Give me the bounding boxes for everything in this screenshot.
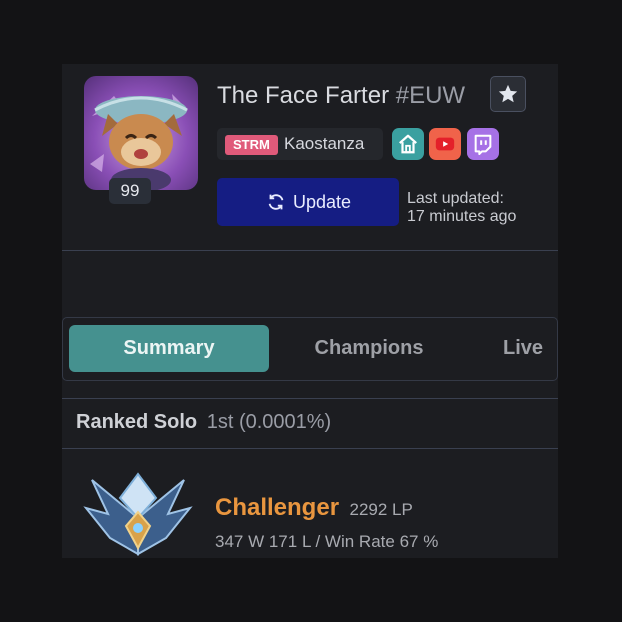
header-divider [62,250,558,251]
summoner-name-text: The Face Farter [217,82,390,109]
summoner-name: The Face Farter #EUW [217,82,465,110]
summoner-tag: #EUW [395,82,466,109]
profile-tabs: Summary Champions Live [62,317,558,381]
star-icon [498,84,518,103]
ranked-queue-title: Ranked Solo [76,411,198,433]
last-updated: Last updated: 17 minutes ago [407,190,516,226]
tab-summary[interactable]: Summary [69,325,269,372]
update-label: Update [292,191,352,212]
avatar-illustration [90,94,188,190]
challenger-emblem-icon [80,468,196,558]
streamer-name: Kaostanza [284,134,365,153]
profile-panel: 99 The Face Farter #EUW STRM Kaostanza U… [62,64,558,558]
refresh-icon [268,194,284,210]
favorite-button[interactable] [490,76,526,112]
tab-live[interactable]: Live [503,325,558,372]
league-points: 2292 LP [349,500,413,519]
section-divider-top [62,398,558,399]
tab-champions[interactable]: Champions [269,325,469,372]
home-icon [399,134,417,154]
ladder-position: 1st (0.0001%) [206,411,332,433]
youtube-icon [435,137,455,151]
twitch-icon [474,134,492,155]
youtube-link[interactable] [429,128,461,160]
section-divider-bottom [62,448,558,449]
streamer-badge: STRM [225,135,278,155]
twitch-link[interactable] [467,128,499,160]
last-updated-time: 17 minutes ago [407,208,517,225]
last-updated-label: Last updated: [407,190,504,207]
tier-line: Challenger 2292 LP [215,494,413,522]
home-link[interactable] [392,128,424,160]
tier-name: Challenger [215,494,340,521]
win-loss-record: 347 W 171 L / Win Rate 67 % [215,532,439,551]
streamer-chip[interactable]: STRM Kaostanza [217,128,383,160]
profile-avatar [84,76,198,190]
update-button[interactable]: Update [217,178,399,226]
ranked-header: Ranked Solo 1st (0.0001%) [76,411,331,434]
summoner-level-badge: 99 [109,178,151,204]
